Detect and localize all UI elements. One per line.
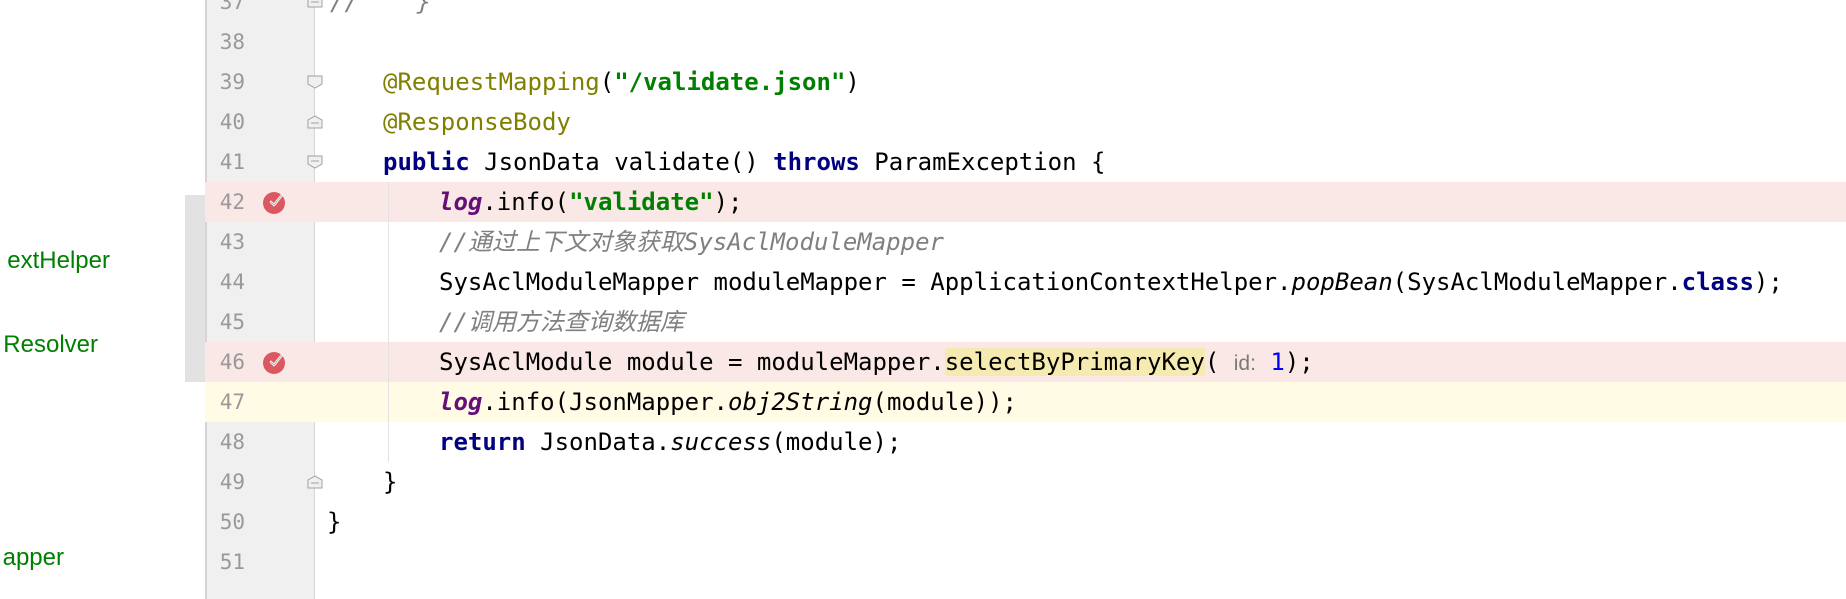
line-number[interactable]: 51 bbox=[205, 542, 245, 582]
fold-end-icon[interactable] bbox=[307, 475, 323, 489]
code-line[interactable]: public JsonData validate() throws ParamE… bbox=[383, 142, 1105, 182]
line-number[interactable]: 39 bbox=[205, 62, 245, 102]
breakpoint-icon[interactable] bbox=[262, 349, 288, 375]
fold-end-icon[interactable] bbox=[307, 0, 323, 8]
code-line[interactable]: log.info(JsonMapper.obj2String(module)); bbox=[439, 382, 1017, 422]
parameter-hint: id: bbox=[1233, 352, 1256, 375]
line-number[interactable]: 42 bbox=[205, 182, 245, 222]
line-number[interactable]: 44 bbox=[205, 262, 245, 302]
fold-start-icon[interactable] bbox=[307, 75, 323, 89]
fold-start-icon[interactable] bbox=[307, 155, 323, 169]
project-scrollbar[interactable] bbox=[185, 195, 205, 382]
line-number[interactable]: 45 bbox=[205, 302, 245, 342]
code-line[interactable]: // } bbox=[330, 0, 431, 22]
line-number[interactable]: 38 bbox=[205, 22, 245, 62]
line-number[interactable]: 46 bbox=[205, 342, 245, 382]
code-line[interactable]: log.info("validate"); bbox=[439, 182, 742, 222]
breakpoint-icon[interactable] bbox=[262, 189, 288, 215]
line-number[interactable]: 47 bbox=[205, 382, 245, 422]
line-number[interactable]: 49 bbox=[205, 462, 245, 502]
line-number[interactable]: 43 bbox=[205, 222, 245, 262]
code-line[interactable]: //调用方法查询数据库 bbox=[439, 302, 684, 342]
fold-end-icon[interactable] bbox=[307, 115, 323, 129]
line-number[interactable]: 50 bbox=[205, 502, 245, 542]
indent-guide bbox=[388, 182, 389, 462]
code-line[interactable]: @ResponseBody bbox=[383, 102, 571, 142]
code-line[interactable]: @RequestMapping("/validate.json") bbox=[383, 62, 860, 102]
code-line[interactable]: SysAclModuleMapper moduleMapper = Applic… bbox=[439, 262, 1783, 302]
code-line[interactable]: SysAclModule module = moduleMapper.selec… bbox=[439, 342, 1314, 384]
line-number[interactable]: 37 bbox=[205, 0, 245, 22]
line-number[interactable]: 41 bbox=[205, 142, 245, 182]
line-number[interactable]: 40 bbox=[205, 102, 245, 142]
usage-highlight: selectByPrimaryKey bbox=[944, 348, 1205, 376]
code-line[interactable]: } bbox=[327, 502, 341, 542]
code-line[interactable]: } bbox=[383, 462, 397, 502]
code-line[interactable]: return JsonData.success(module); bbox=[439, 422, 901, 462]
code-line[interactable]: //通过上下文对象获取SysAclModuleMapper bbox=[439, 222, 944, 262]
line-number[interactable]: 48 bbox=[205, 422, 245, 462]
project-tool-window: extHelper Resolver apper bbox=[0, 0, 205, 599]
